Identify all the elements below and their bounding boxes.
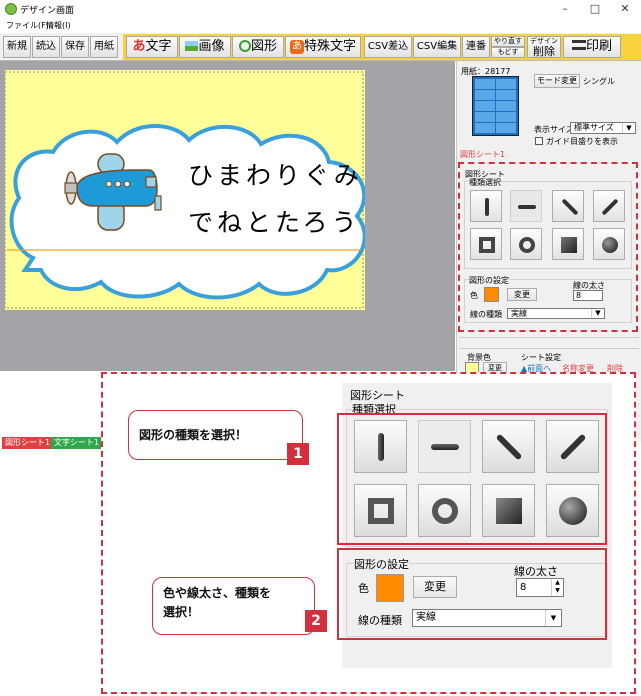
save-button[interactable]: 保存 <box>61 36 89 58</box>
design-delete-bottom: 削除 <box>533 45 555 58</box>
special-text-label: 特殊文字 <box>303 39 356 54</box>
display-size-label: 表示サイズ <box>534 125 574 134</box>
shape-button[interactable]: 図形 <box>232 36 284 58</box>
canvas-text-line1[interactable]: ひまわりぐみ <box>188 156 363 192</box>
title-bar: デザイン画面 – □ ✕ <box>0 0 641 19</box>
tab-text-sheet[interactable]: 文字シート1 <box>51 437 103 449</box>
menu-info[interactable]: 情報(I) <box>46 20 71 31</box>
menu-bar: ファイル(F) 情報(I) <box>0 19 641 33</box>
paper-button[interactable]: 用紙 <box>90 36 118 58</box>
sheet-settings-label: シート設定 <box>521 353 561 362</box>
shape-label: 図形 <box>250 39 277 54</box>
text-icon: あ <box>132 39 146 54</box>
active-sheet-label: 図形シート1 <box>460 150 506 159</box>
csv-insert-button[interactable]: CSV差込 <box>364 36 412 58</box>
window-title: デザイン画面 <box>20 6 75 16</box>
guide-checkbox[interactable] <box>535 137 543 145</box>
highlight-box <box>458 162 638 332</box>
step1-callout: 図形の種類を選択！ <box>128 410 303 460</box>
print-label: 印刷 <box>585 39 612 54</box>
tab-shape-sheet[interactable]: 図形シート1 <box>2 437 54 449</box>
display-size-select[interactable]: 標準サイズ ▼ <box>570 122 636 134</box>
canvas-text-line2[interactable]: でねとたろう <box>188 203 361 239</box>
text-label: 文字 <box>145 39 172 54</box>
print-button[interactable]: 印刷 <box>563 36 621 58</box>
circle-shape-icon <box>238 40 251 52</box>
guide-label: ガイド目盛りを表示 <box>546 137 618 146</box>
display-size-value: 標準サイズ <box>574 123 614 132</box>
paper-layout-preview <box>472 76 519 136</box>
toolbar: 新規 読込 保存 用紙 あ文字 画像 図形 あ特殊文字 CSV差込 CSV編集 … <box>0 33 641 61</box>
text-button[interactable]: あ文字 <box>126 36 178 58</box>
step2-callout: 色や線太さ、種類を 選択！ <box>152 577 315 635</box>
app-icon <box>5 3 17 15</box>
new-button[interactable]: 新規 <box>3 36 31 58</box>
undo-button[interactable]: もどす <box>491 47 525 58</box>
image-icon <box>185 41 199 51</box>
special-text-icon: あ <box>289 40 304 54</box>
image-label: 画像 <box>198 39 225 54</box>
mode-value: シングル <box>583 77 615 86</box>
image-button[interactable]: 画像 <box>179 36 231 58</box>
menu-file[interactable]: ファイル(F) <box>6 20 49 31</box>
minimize-icon[interactable]: – <box>550 0 580 18</box>
step1-highlight <box>337 413 607 545</box>
design-delete-button[interactable]: デザイン 削除 <box>527 36 561 58</box>
maximize-icon[interactable]: □ <box>580 0 610 18</box>
serial-button[interactable]: 連番 <box>462 36 490 58</box>
chevron-down-icon: ▼ <box>622 123 635 133</box>
step1-number: 1 <box>287 443 309 465</box>
step2-number: 2 <box>305 610 327 632</box>
close-icon[interactable]: ✕ <box>610 0 640 18</box>
panel-divider <box>459 337 639 349</box>
print-icon <box>571 40 586 50</box>
open-button[interactable]: 読込 <box>32 36 60 58</box>
step2-highlight <box>337 548 607 640</box>
step2-line2: 選択！ <box>163 605 200 619</box>
special-text-button[interactable]: あ特殊文字 <box>285 36 361 58</box>
step2-line1: 色や線太さ、種類を <box>163 586 272 600</box>
redo-button[interactable]: やり直す <box>491 36 525 47</box>
mode-change-button[interactable]: モード変更 <box>534 74 580 88</box>
csv-edit-button[interactable]: CSV編集 <box>413 36 461 58</box>
label-paper[interactable]: ひまわりぐみ でねとたろう <box>5 70 365 310</box>
